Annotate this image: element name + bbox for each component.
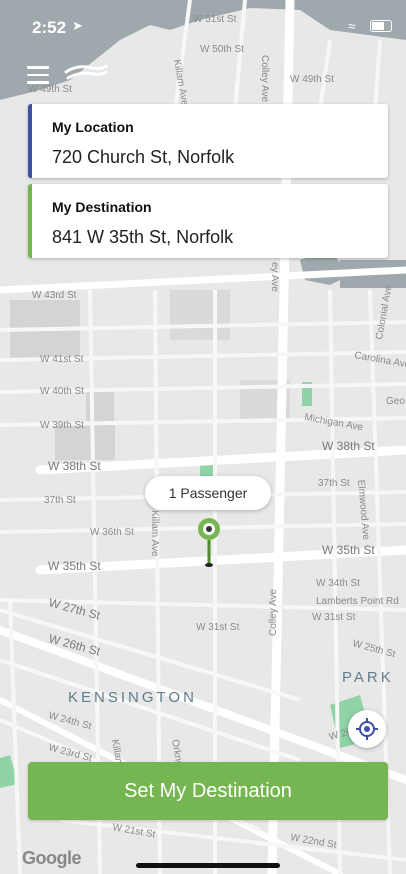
street-label: Killam Ave: [149, 510, 160, 557]
street-label: W 40th St: [40, 386, 84, 397]
status-bar: 2:52 ➤ ≈: [0, 0, 406, 44]
street-label: W 31st St: [312, 612, 356, 623]
app-logo-icon: [64, 64, 108, 80]
street-label: W 50th St: [200, 44, 244, 55]
street-label: Colley Ave: [259, 55, 270, 103]
battery-icon: [370, 20, 392, 32]
my-destination-card[interactable]: My Destination 841 W 35th St, Norfolk: [28, 184, 388, 258]
location-arrow-icon: ➤: [72, 18, 83, 33]
street-label: W 43rd St: [32, 290, 77, 301]
destination-pin-icon[interactable]: [196, 516, 222, 568]
location-title: My Location: [52, 119, 134, 135]
wifi-icon: ≈: [348, 18, 356, 34]
neighborhood-label: KENSINGTON: [68, 689, 197, 706]
neighborhood-label: PARK: [342, 669, 394, 686]
home-indicator[interactable]: [136, 863, 280, 868]
street-label: W 35th St: [322, 543, 375, 557]
street-label: W 49th St: [290, 74, 334, 85]
destination-title: My Destination: [52, 199, 152, 215]
location-accent-bar: [28, 104, 32, 178]
my-location-card[interactable]: My Location 720 Church St, Norfolk: [28, 104, 388, 178]
street-label: W 41st St: [40, 354, 84, 365]
crosshair-icon: [356, 718, 378, 740]
street-label: Colley Ave: [268, 588, 279, 636]
location-address: 720 Church St, Norfolk: [52, 147, 235, 167]
passenger-count-bubble[interactable]: 1 Passenger: [145, 476, 271, 510]
my-location-button[interactable]: [348, 710, 386, 748]
google-attribution: Google: [22, 848, 82, 868]
street-label: W 38th St: [48, 459, 101, 473]
street-label: W 36th St: [90, 527, 134, 538]
set-destination-button[interactable]: Set My Destination: [28, 762, 388, 820]
street-label: W 38th St: [322, 439, 375, 453]
street-label: Geo: [386, 396, 405, 407]
street-label: Lamberts Point Rd: [316, 596, 399, 607]
status-time: 2:52: [32, 18, 67, 37]
street-label: 37th St: [44, 495, 76, 506]
hamburger-icon[interactable]: [27, 66, 49, 84]
street-label: W 34th St: [316, 578, 360, 589]
destination-address: 841 W 35th St, Norfolk: [52, 227, 234, 247]
street-label: W 35th St: [48, 559, 101, 573]
destination-accent-bar: [28, 184, 32, 258]
street-label: W 31st St: [196, 622, 240, 633]
street-label: W 39th St: [40, 420, 84, 431]
street-label: 37th St: [318, 478, 350, 489]
street-label: ey Ave: [269, 262, 280, 292]
